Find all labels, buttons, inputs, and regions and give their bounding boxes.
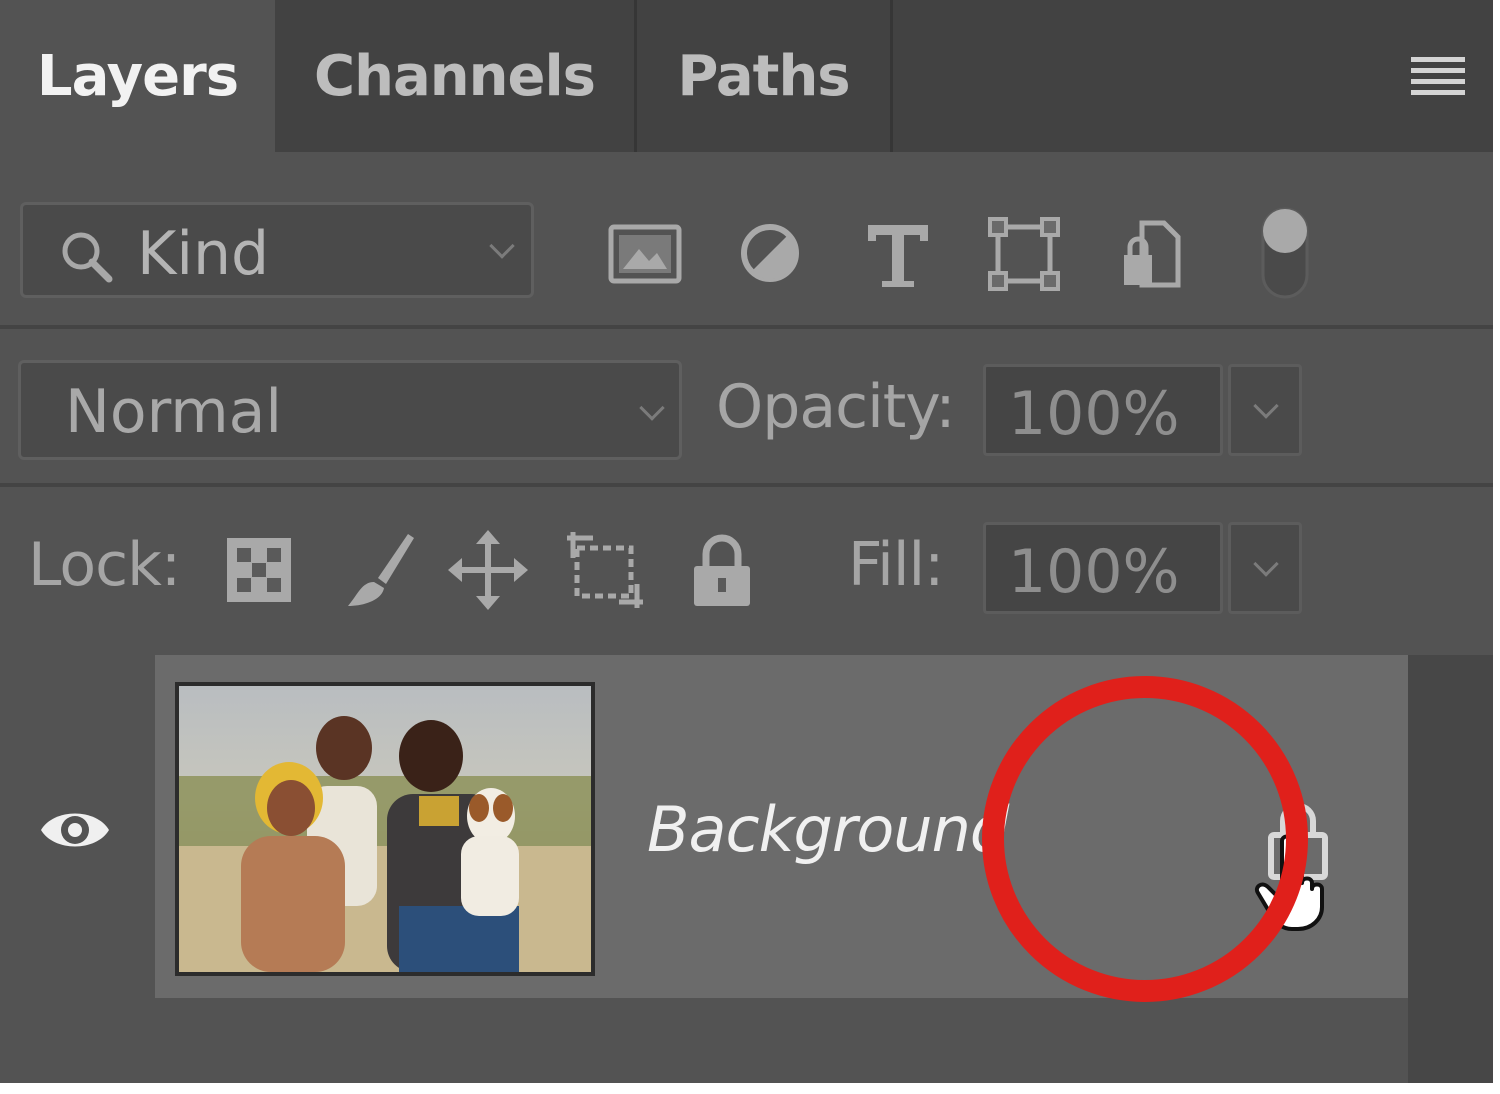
panel-tab-bar: Layers Channels Paths	[0, 0, 1493, 152]
separator	[0, 325, 1493, 329]
shape-filter-icon[interactable]	[984, 215, 1064, 295]
tab-layers[interactable]: Layers	[0, 0, 275, 152]
lock-all-icon[interactable]	[680, 528, 764, 612]
eye-icon[interactable]	[38, 800, 112, 860]
layer-thumbnail	[175, 682, 595, 976]
chevron-down-icon	[1253, 393, 1279, 419]
layer-name[interactable]: Background	[647, 793, 1009, 866]
lock-transparent-pixels-icon[interactable]	[217, 528, 301, 612]
tab-channels[interactable]: Channels	[275, 0, 637, 152]
panel-menu-icon[interactable]	[1411, 57, 1465, 97]
lock-image-pixels-icon[interactable]	[338, 528, 422, 612]
opacity-dropdown[interactable]	[1228, 364, 1302, 456]
opacity-input[interactable]: 100%	[983, 364, 1223, 456]
filter-kind-label: Kind	[137, 219, 270, 289]
separator	[0, 483, 1493, 487]
layers-list: Background	[0, 655, 1408, 1083]
type-filter-icon[interactable]	[858, 215, 938, 295]
opacity-label: Opacity:	[716, 372, 956, 442]
layers-panel: Layers Channels Paths Kind Normal Opacit…	[0, 0, 1493, 1083]
scrollbar-track[interactable]	[1408, 655, 1493, 1083]
filter-kind-dropdown[interactable]: Kind	[20, 202, 534, 298]
lock-label: Lock:	[28, 530, 181, 600]
highlight-circle	[982, 676, 1308, 1002]
lock-position-icon[interactable]	[446, 528, 530, 612]
lock-artboard-icon[interactable]	[563, 528, 647, 612]
fill-input[interactable]: 100%	[983, 522, 1223, 614]
fill-dropdown[interactable]	[1228, 522, 1302, 614]
family-photo-thumbnail	[179, 686, 591, 972]
chevron-down-icon	[639, 395, 665, 421]
blend-mode-label: Normal	[65, 377, 283, 447]
fill-value: 100%	[1008, 537, 1180, 607]
adjustment-filter-icon[interactable]	[730, 215, 810, 295]
chevron-down-icon	[1253, 551, 1279, 577]
chevron-down-icon	[489, 233, 515, 259]
fill-label: Fill:	[848, 530, 944, 600]
image-filter-icon[interactable]	[605, 215, 685, 295]
smart-object-filter-icon[interactable]	[1112, 215, 1192, 295]
blend-mode-dropdown[interactable]: Normal	[18, 360, 682, 460]
tab-paths[interactable]: Paths	[637, 0, 893, 152]
opacity-value: 100%	[1008, 379, 1180, 449]
search-icon	[62, 232, 113, 283]
filter-toggle-icon[interactable]	[1255, 205, 1315, 301]
